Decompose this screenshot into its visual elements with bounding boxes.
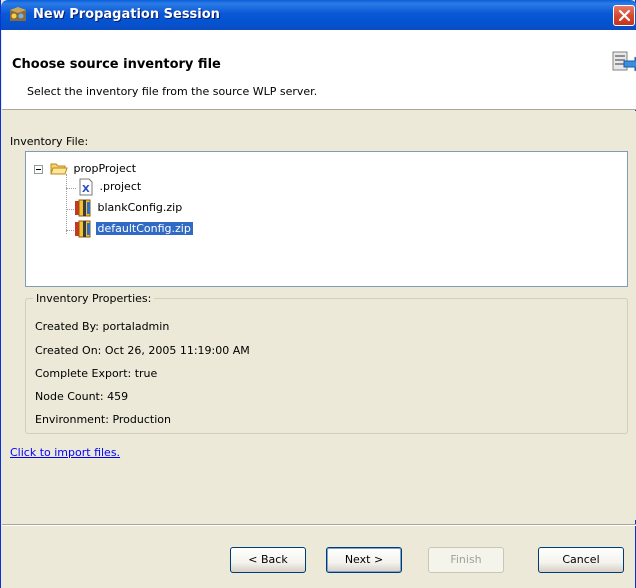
close-button[interactable]	[613, 5, 635, 26]
next-button[interactable]: Next >	[326, 547, 402, 573]
inventory-properties-legend: Inventory Properties:	[33, 292, 155, 305]
svg-text:X: X	[82, 184, 90, 195]
propagation-wizard-icon	[612, 51, 636, 72]
environment-field: Environment: Production	[35, 413, 171, 426]
folder-open-icon	[50, 163, 68, 175]
tree-item-label: propProject	[73, 162, 137, 175]
collapse-toggle[interactable]	[34, 165, 43, 174]
page-description: Select the inventory file from the sourc…	[27, 85, 318, 98]
back-button[interactable]: < Back	[230, 547, 306, 573]
window-title: New Propagation Session	[33, 7, 220, 22]
zip-archive-icon	[75, 199, 91, 217]
tree-item-project-file[interactable]: X .project	[78, 178, 143, 196]
created-on-field: Created On: Oct 26, 2005 11:19:00 AM	[35, 344, 250, 357]
tree-item-root[interactable]: propProject	[50, 160, 138, 178]
app-icon	[10, 7, 26, 21]
tree-item-label: defaultConfig.zip	[95, 222, 193, 235]
xml-file-icon: X	[79, 178, 93, 196]
tree-item-label: .project	[99, 180, 142, 193]
tree-connector	[66, 174, 67, 234]
page-title: Choose source inventory file	[12, 57, 221, 72]
wizard-window: New Propagation Session Choose source in…	[0, 0, 636, 588]
title-bar[interactable]: New Propagation Session	[1, 0, 636, 30]
tree-item-default-config[interactable]: defaultConfig.zip	[74, 220, 193, 238]
node-count-field: Node Count: 459	[35, 390, 129, 403]
button-separator	[2, 524, 636, 526]
inventory-file-label: Inventory File:	[10, 135, 89, 148]
wizard-header: Choose source inventory file Select the …	[2, 30, 636, 110]
created-by-field: Created By: portaladmin	[35, 320, 170, 333]
close-icon	[618, 9, 631, 22]
zip-archive-icon	[75, 220, 91, 238]
inventory-tree[interactable]: propProject X .project blankConfig.zip d…	[25, 151, 628, 287]
tree-connector	[66, 188, 76, 189]
finish-button[interactable]: Finish	[428, 547, 504, 573]
tree-item-blank-config[interactable]: blankConfig.zip	[74, 199, 184, 217]
cancel-button[interactable]: Cancel	[538, 547, 624, 573]
tree-item-label: blankConfig.zip	[97, 201, 183, 214]
import-files-link[interactable]: Click to import files.	[10, 446, 120, 459]
complete-export-field: Complete Export: true	[35, 367, 158, 380]
